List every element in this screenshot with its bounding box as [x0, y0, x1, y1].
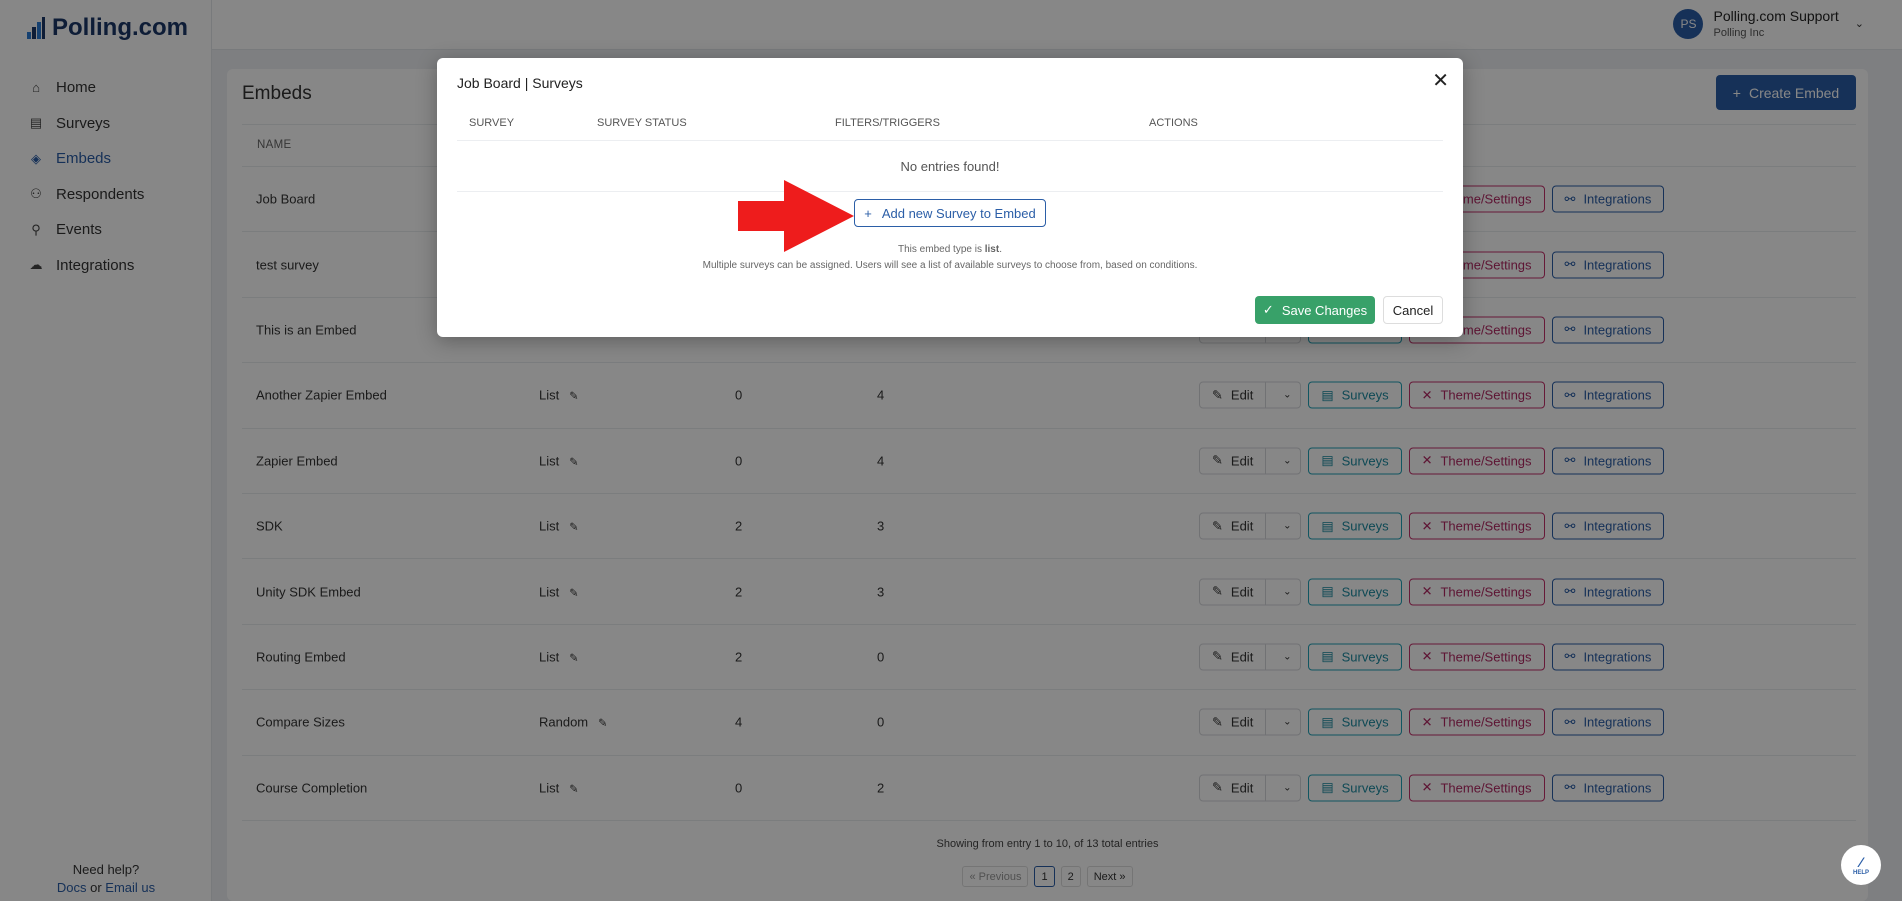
save-changes-label: Save Changes	[1281, 302, 1368, 318]
check-icon: ✓	[1262, 302, 1274, 317]
red-arrow-annotation-icon	[738, 180, 854, 252]
plus-icon: +	[864, 205, 872, 221]
add-survey-label: Add new Survey to Embed	[881, 205, 1036, 221]
filters-triggers-column-header: FILTERS/TRIGGERS	[835, 117, 940, 129]
survey-status-column-header: SURVEY STATUS	[597, 117, 687, 129]
embed-type-text: This embed type is list.	[437, 244, 1463, 255]
close-icon[interactable]: ✕	[1432, 68, 1449, 93]
embed-type-prefix: This embed type is	[898, 244, 985, 255]
save-changes-button[interactable]: ✓ Save Changes	[1255, 296, 1375, 324]
help-logo-icon: ⁄	[1859, 854, 1863, 870]
modal-title: Job Board | Surveys	[457, 75, 583, 91]
embed-type-note: Multiple surveys can be assigned. Users …	[702, 260, 1198, 271]
actions-column-header: ACTIONS	[1149, 117, 1198, 129]
modal-table-header: SURVEY SURVEY STATUS FILTERS/TRIGGERS AC…	[457, 104, 1443, 141]
embed-type-suffix: .	[999, 244, 1002, 255]
cancel-button[interactable]: Cancel	[1383, 296, 1443, 324]
survey-column-header: SURVEY	[469, 117, 515, 129]
empty-message: No entries found!	[457, 141, 1443, 192]
add-survey-to-embed-button[interactable]: + Add new Survey to Embed	[854, 199, 1046, 227]
embed-type-value: list	[984, 244, 1000, 255]
surveys-modal: Job Board | Surveys ✕ SURVEY SURVEY STAT…	[437, 58, 1463, 337]
help-label: HELP	[1852, 870, 1869, 876]
help-button[interactable]: ⁄ HELP	[1841, 845, 1881, 885]
